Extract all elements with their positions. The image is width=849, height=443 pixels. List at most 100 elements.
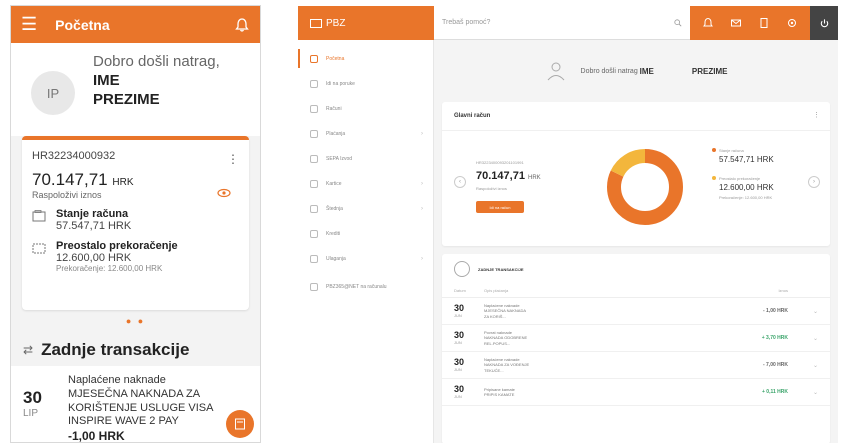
- row-month: JUN: [454, 367, 462, 372]
- transaction-desc-4: INSPIRE WAVE 2 PAY: [68, 415, 179, 428]
- balance-value: 57.547,71 HRK: [56, 220, 132, 232]
- messages-icon[interactable]: [730, 17, 742, 29]
- wallet-icon: [32, 210, 46, 222]
- legend-overdraft: Preostalo prekoračenje 12.600,00 HRK Pre…: [712, 176, 774, 200]
- document-icon[interactable]: [758, 17, 770, 29]
- account-iban: HR3223400093201101991: [476, 160, 524, 165]
- carousel-dots[interactable]: ● ●: [11, 316, 260, 326]
- message-icon: [310, 79, 318, 88]
- go-to-account-button[interactable]: Idi na račun: [476, 201, 524, 213]
- sidebar-item-sepa[interactable]: SEPA Izvod: [298, 146, 433, 171]
- overdraft-title: Preostalo prekoračenje: [56, 240, 178, 252]
- row-day: 30: [454, 384, 465, 394]
- overdraft-row: Preostalo prekoračenje 12.600,00 HRK Pre…: [32, 240, 239, 273]
- sidebar-item-cards[interactable]: Kartice ›: [298, 171, 433, 196]
- chevron-down-icon[interactable]: ⌄: [788, 308, 818, 315]
- row-desc-3: ZA KORIŠ...: [484, 313, 506, 319]
- calculator-icon: [235, 418, 245, 430]
- search-input[interactable]: Trebaš pomoć?: [434, 6, 690, 40]
- legend-dot-balance: [712, 148, 716, 152]
- bell-icon[interactable]: [702, 17, 714, 29]
- sidebar-item-accounts[interactable]: Računi: [298, 96, 433, 121]
- sidebar-item-pbz365[interactable]: PBZ365@NET na računalu: [298, 271, 433, 303]
- transaction-desc-1: Naplaćene naknade: [68, 374, 166, 386]
- avatar[interactable]: IP: [31, 71, 75, 115]
- balance-row: Stanje računa 57.547,71 HRK: [32, 208, 239, 232]
- kebab-menu-icon[interactable]: ⋮: [813, 111, 820, 119]
- row-desc-3: TEKUĆE...: [484, 367, 504, 373]
- account-card[interactable]: HR32234000932 ⋮ 70.147,71 HRK Raspoloživ…: [22, 136, 249, 310]
- welcome-text: Dobro došli natrag: [580, 67, 638, 75]
- row-desc-2: PRIPIS KAMATE: [484, 392, 515, 397]
- power-icon: [820, 18, 828, 27]
- eye-icon[interactable]: [217, 186, 231, 200]
- transactions-header: ⇄ Zadnje transakcije: [11, 326, 260, 366]
- calculator-fab-button[interactable]: [226, 410, 254, 438]
- available-label: Raspoloživi iznos: [32, 190, 102, 200]
- row-amount: - 1,00 HRK: [762, 308, 788, 314]
- transaction-month: LIP: [23, 408, 39, 419]
- welcome-surname: PREZIME: [691, 66, 728, 76]
- account-iban: HR32234000932: [32, 150, 116, 162]
- sidebar-item-investments[interactable]: Ulaganja ›: [298, 246, 433, 271]
- mobile-page-title: Početna: [55, 16, 110, 33]
- row-month: JUN: [454, 394, 462, 399]
- chevron-down-icon[interactable]: ⌄: [788, 389, 818, 396]
- hamburger-menu-icon[interactable]: ☰: [21, 14, 37, 35]
- chevron-down-icon[interactable]: ⌄: [788, 362, 818, 369]
- prev-account-button[interactable]: ‹: [454, 176, 466, 188]
- transaction-desc-2: MJESEČNA NAKNADA ZA: [68, 387, 201, 400]
- main-account-card: Glavni račun ⋮ ‹ › HR3223400093201101991…: [442, 102, 830, 246]
- legend-balance: Stanje računa 57.547,71 HRK: [712, 148, 774, 164]
- logo[interactable]: PBZ: [298, 6, 434, 40]
- account-card-title: Glavni račun: [442, 102, 830, 131]
- row-month: JUN: [454, 340, 462, 345]
- sidebar-item-loans[interactable]: Krediti: [298, 221, 433, 246]
- investments-icon: [310, 254, 318, 263]
- sidebar-item-messages[interactable]: Idi na poruke: [298, 71, 433, 96]
- kebab-menu-icon[interactable]: ⋮: [227, 152, 239, 166]
- chevron-right-icon: ›: [421, 255, 423, 262]
- loans-icon: [310, 229, 318, 238]
- row-desc-3: REL.POPUS...: [484, 340, 511, 346]
- logout-button[interactable]: [810, 6, 838, 40]
- row-day: 30: [454, 330, 465, 340]
- sidebar: Početna Idi na poruke Računi Plaćanja › S…: [298, 40, 434, 443]
- sepa-icon: [310, 154, 318, 163]
- user-icon: [547, 62, 564, 81]
- payments-icon: [310, 129, 318, 138]
- overdraft-note: Prekoračenje: 12.600,00 HRK: [719, 195, 773, 200]
- balance-donut-chart: [607, 149, 683, 225]
- sidebar-item-payments[interactable]: Plaćanja ›: [298, 121, 433, 146]
- bell-icon[interactable]: [234, 17, 250, 33]
- chevron-down-icon[interactable]: ⌄: [788, 335, 818, 342]
- user-first-name: IME: [93, 71, 120, 89]
- swap-icon: ⇄: [23, 343, 34, 357]
- transactions-header: ZADNJE TRANSAKCIJE: [442, 254, 830, 284]
- mobile-app-screen: ☰ Početna IP Dobro došli natrag, IME PRE…: [10, 5, 261, 443]
- sidebar-item-savings[interactable]: Štednja ›: [298, 196, 433, 221]
- account-amount: 70.147,71 HRK: [32, 170, 134, 189]
- card-icon: [310, 179, 318, 188]
- table-row[interactable]: 30 JUN Naplaćene naknade NAKNADA ZA VOĐENJE…: [442, 352, 830, 379]
- top-bar: PBZ Trebaš pomoć?: [298, 6, 838, 40]
- transaction-desc-3: KORIŠTENJE USLUGE VISA: [68, 401, 214, 414]
- next-account-button[interactable]: ›: [808, 176, 820, 188]
- home-icon: [310, 54, 318, 63]
- search-icon[interactable]: [674, 18, 682, 27]
- settings-icon[interactable]: [786, 17, 798, 29]
- transaction-item[interactable]: 30 LIP Naplaćene naknade MJESEČNA NAKNAD…: [11, 366, 260, 442]
- row-day: 30: [454, 357, 465, 367]
- overdraft-limit: Prekoračenje: 12.600,00 HRK: [56, 264, 163, 273]
- sidebar-item-home[interactable]: Početna: [298, 46, 433, 71]
- computer-icon: [310, 283, 318, 291]
- mobile-header: ☰ Početna: [11, 6, 260, 43]
- table-row[interactable]: 30 JUN Povrat naknade NAKNADA ODOBRENE REL.P…: [442, 325, 830, 352]
- transaction-day: 30: [23, 388, 42, 407]
- chevron-right-icon: ›: [421, 180, 423, 187]
- welcome-section: IP Dobro došli natrag, IME PREZIME: [11, 43, 260, 136]
- table-row[interactable]: 30 JUN Pripisane kamate PRIPIS KAMATE + 0,11…: [442, 379, 830, 406]
- table-row[interactable]: 30 JUN Naplaćene naknade MJESEČNA NAKNADA ZA…: [442, 298, 830, 325]
- chevron-right-icon: ›: [421, 205, 423, 212]
- desktop-app-screen: PBZ Trebaš pomoć? Početna Idi na poruke …: [298, 6, 838, 443]
